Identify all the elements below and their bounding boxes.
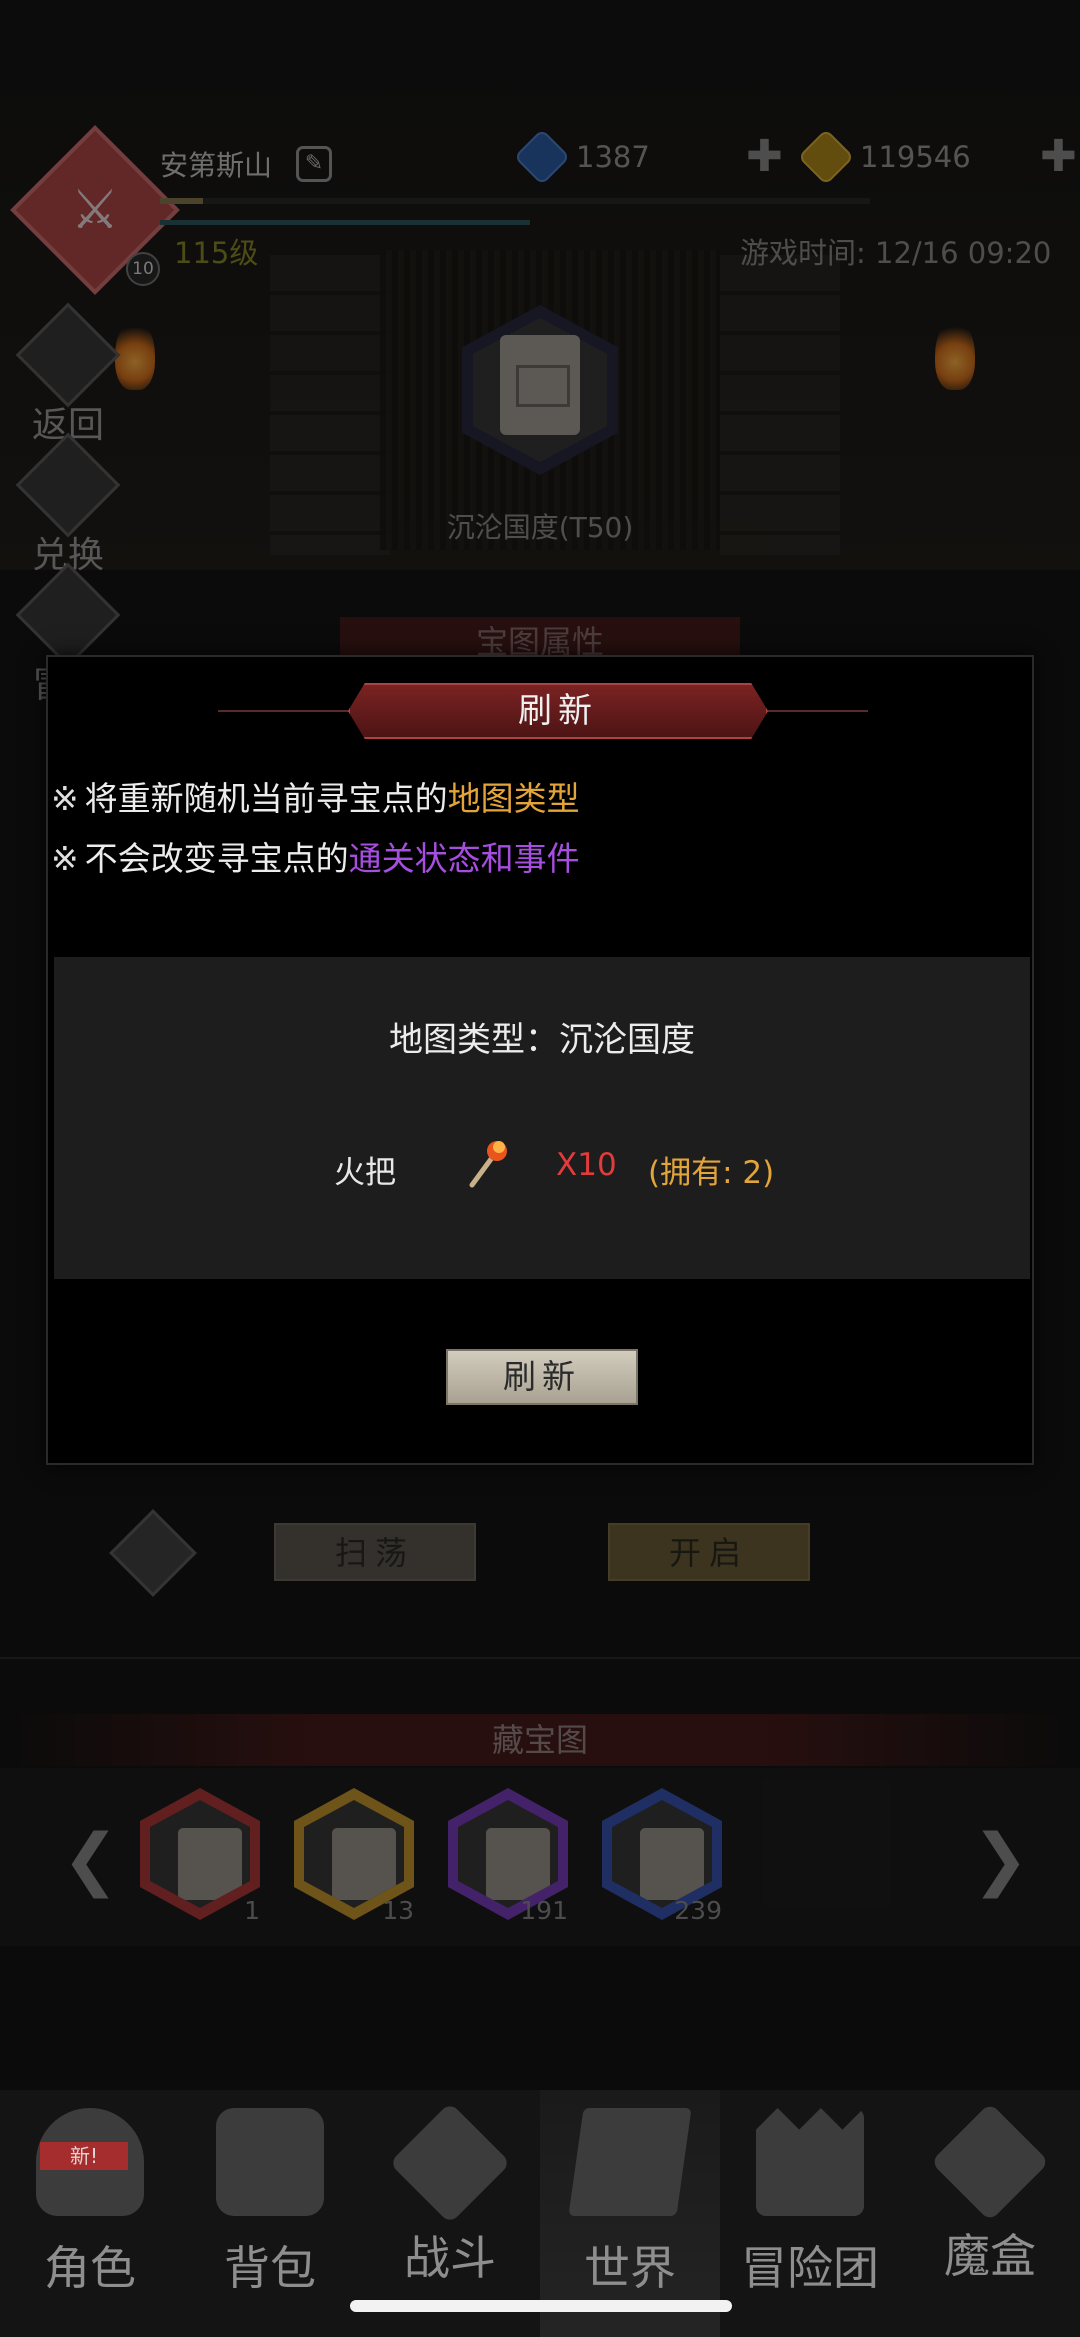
dialog-title: 刷新 (348, 683, 768, 739)
refresh-dialog: 刷新 ※ 将重新随机当前寻宝点的地图类型 ※ 不会改变寻宝点的通关状态和事件 地图类… (46, 655, 1034, 1465)
note2-highlight: 通关状态和事件 (348, 839, 580, 878)
nav-label: 世界 (584, 2241, 676, 2295)
new-badge: 新! (40, 2142, 128, 2170)
backpack-icon (216, 2108, 324, 2216)
nav-backpack[interactable]: 背包 (180, 2090, 360, 2337)
owned-quantity: (拥有: 2) (648, 1155, 775, 1191)
castle-icon (756, 2108, 864, 2216)
note1-highlight: 地图类型 (447, 779, 580, 818)
note-mark: ※ (51, 839, 79, 878)
cost-quantity: X10 (556, 1147, 617, 1183)
note2-text: 不会改变寻宝点的 (84, 839, 349, 878)
note1-text: 将重新随机当前寻宝点的 (84, 779, 448, 818)
magic-cube-icon (930, 2102, 1050, 2222)
note-line-1: ※ 将重新随机当前寻宝点的地图类型 (51, 772, 580, 820)
note-line-2: ※ 不会改变寻宝点的通关状态和事件 (51, 832, 580, 880)
nav-magic-box[interactable]: 魔盒 (900, 2090, 1080, 2337)
cost-label: 火把 (334, 1155, 396, 1191)
torch-icon (469, 1141, 507, 1188)
world-map-icon (568, 2108, 692, 2216)
sword-shield-icon (389, 2102, 511, 2224)
nav-character[interactable]: 新! 角色 (0, 2090, 180, 2337)
nav-label: 角色 (44, 2241, 136, 2295)
nav-label: 战斗 (404, 2231, 496, 2285)
nav-label: 背包 (224, 2241, 316, 2295)
refresh-button[interactable]: 刷新 (446, 1349, 638, 1405)
home-indicator[interactable] (350, 2300, 732, 2312)
nav-label: 魔盒 (944, 2229, 1036, 2283)
nav-label: 冒险团 (741, 2241, 879, 2295)
nav-adventure-group[interactable]: 冒险团 (720, 2090, 900, 2337)
note-mark: ※ (51, 779, 79, 818)
info-panel: 地图类型：沉沦国度 火把 X10 (拥有: 2) (54, 957, 1030, 1279)
map-type-text: 地图类型：沉沦国度 (389, 1020, 695, 1060)
